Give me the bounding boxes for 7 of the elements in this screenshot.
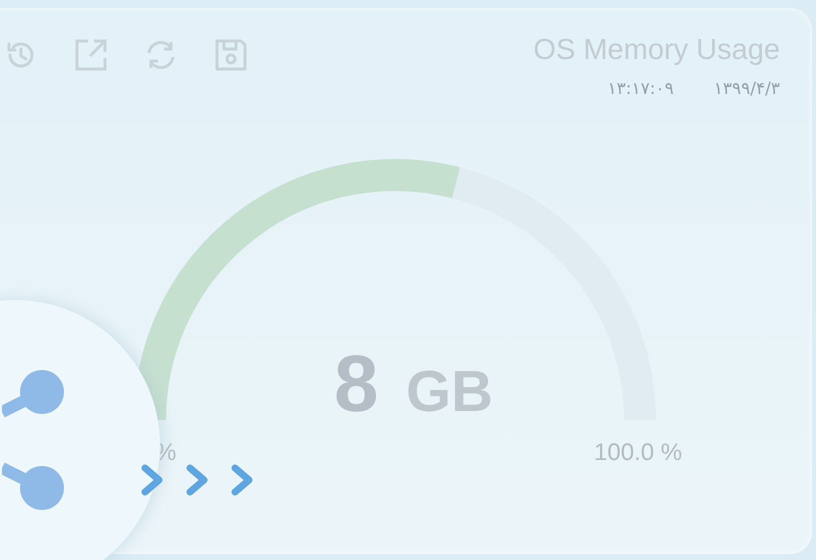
save-button[interactable]	[214, 38, 248, 72]
open-external-icon	[74, 38, 108, 72]
date-label: ۱۳۹۹/۴/۳	[714, 79, 780, 99]
time-label: ۱۳:۱۷:۰۹	[608, 79, 674, 99]
gauge-max-label: 100.0 %	[594, 439, 682, 466]
save-icon	[214, 38, 248, 72]
open-external-button[interactable]	[74, 38, 108, 72]
